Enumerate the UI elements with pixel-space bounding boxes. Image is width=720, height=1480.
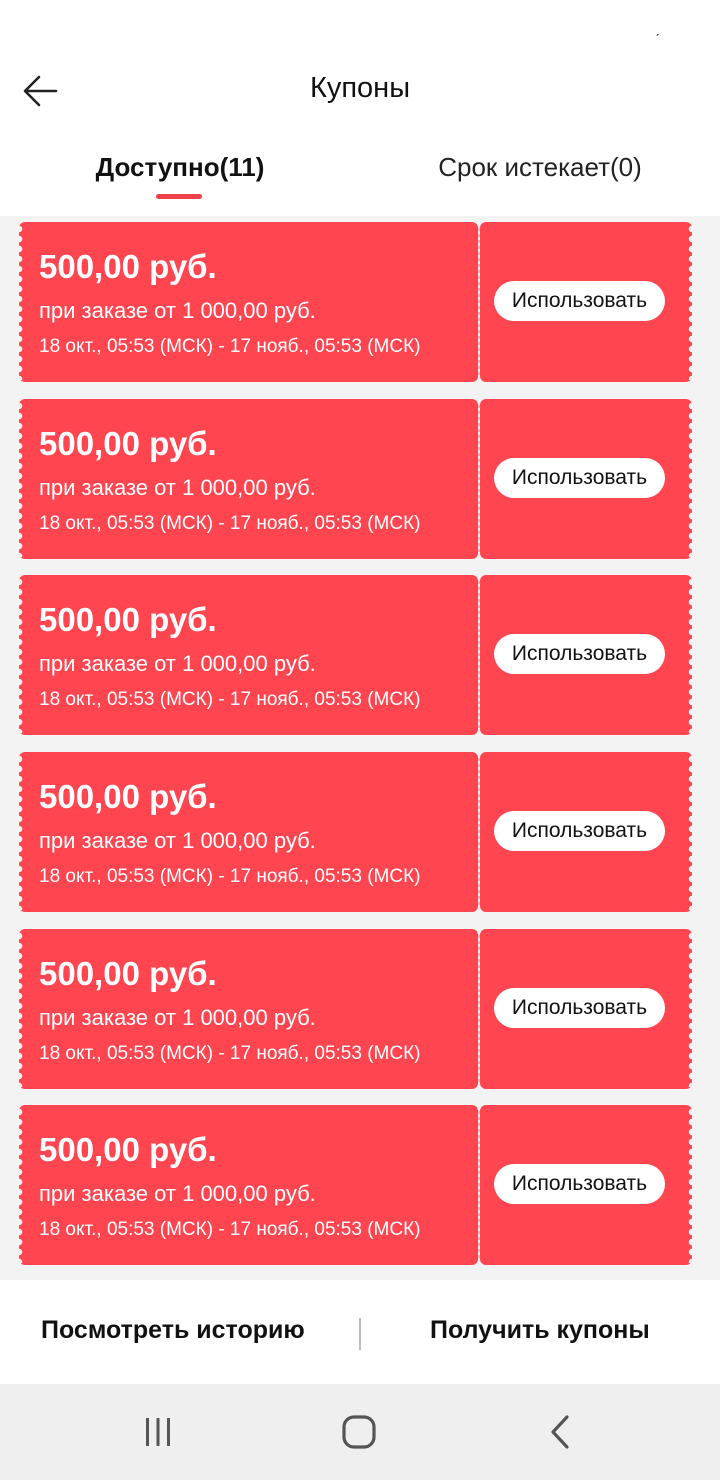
coupon-validity: 18 окт., 05:53 (МСК) - 17 нояб., 05:53 (… (39, 689, 421, 710)
page-title: Купоны (309, 72, 411, 104)
coupon-card: 500,00 руб. при заказе от 1 000,00 руб. … (19, 399, 692, 559)
coupon-amount: 500,00 руб. (39, 955, 217, 992)
tab-bar: Доступно(11) Срок истекает(0) (0, 140, 720, 216)
use-coupon-button[interactable]: Использовать (494, 988, 665, 1028)
footer-divider (359, 1318, 361, 1350)
coupon-action: Использовать (480, 222, 692, 382)
coupon-condition: при заказе от 1 000,00 руб. (39, 651, 316, 676)
coupon-validity: 18 окт., 05:53 (МСК) - 17 нояб., 05:53 (… (39, 1043, 421, 1064)
coupon-action: Использовать (480, 752, 692, 912)
coupon-info: 500,00 руб. при заказе от 1 000,00 руб. … (19, 399, 478, 559)
use-coupon-button[interactable]: Использовать (494, 1164, 665, 1204)
use-coupon-button[interactable]: Использовать (494, 634, 665, 674)
coupon-amount: 500,00 руб. (39, 248, 217, 285)
get-coupons-button[interactable]: Получить купоны (430, 1316, 650, 1345)
coupon-action: Использовать (480, 1105, 692, 1265)
coupon-validity: 18 окт., 05:53 (МСК) - 17 нояб., 05:53 (… (39, 866, 421, 887)
coupon-amount: 500,00 руб. (39, 425, 217, 462)
status-mark: ˏ (655, 20, 660, 36)
coupon-card: 500,00 руб. при заказе от 1 000,00 руб. … (19, 222, 692, 382)
recent-apps-icon (146, 1418, 170, 1446)
coupon-info: 500,00 руб. при заказе от 1 000,00 руб. … (19, 929, 478, 1089)
coupon-amount: 500,00 руб. (39, 778, 217, 815)
back-nav-icon (551, 1415, 569, 1449)
coupon-action: Использовать (480, 575, 692, 735)
coupon-card: 500,00 руб. при заказе от 1 000,00 руб. … (19, 1105, 692, 1265)
coupon-info: 500,00 руб. при заказе от 1 000,00 руб. … (19, 752, 478, 912)
coupon-list[interactable]: 500,00 руб. при заказе от 1 000,00 руб. … (0, 216, 720, 1280)
coupon-condition: при заказе от 1 000,00 руб. (39, 828, 316, 853)
view-history-button[interactable]: Посмотреть историю (41, 1316, 305, 1345)
status-bar: ˏ (0, 0, 720, 56)
coupon-info: 500,00 руб. при заказе от 1 000,00 руб. … (19, 1105, 478, 1265)
coupon-card: 500,00 руб. при заказе от 1 000,00 руб. … (19, 929, 692, 1089)
use-coupon-button[interactable]: Использовать (494, 458, 665, 498)
use-coupon-button[interactable]: Использовать (494, 811, 665, 851)
system-back-button[interactable] (531, 1408, 591, 1456)
coupon-info: 500,00 руб. при заказе от 1 000,00 руб. … (19, 575, 478, 735)
footer-actions: Посмотреть историю Получить купоны (0, 1282, 720, 1384)
coupon-validity: 18 окт., 05:53 (МСК) - 17 нояб., 05:53 (… (39, 1219, 421, 1240)
coupon-validity: 18 окт., 05:53 (МСК) - 17 нояб., 05:53 (… (39, 513, 421, 534)
coupon-condition: при заказе от 1 000,00 руб. (39, 475, 316, 500)
coupon-card: 500,00 руб. при заказе от 1 000,00 руб. … (19, 752, 692, 912)
coupon-card: 500,00 руб. при заказе от 1 000,00 руб. … (19, 575, 692, 735)
coupon-condition: при заказе от 1 000,00 руб. (39, 1181, 316, 1206)
home-icon (342, 1415, 376, 1449)
coupon-validity: 18 окт., 05:53 (МСК) - 17 нояб., 05:53 (… (39, 336, 421, 357)
coupon-condition: при заказе от 1 000,00 руб. (39, 1005, 316, 1030)
tab-expiring[interactable]: Срок истекает(0) (360, 152, 720, 183)
recent-apps-button[interactable] (128, 1408, 188, 1456)
header: Купоны (0, 56, 720, 126)
coupon-action: Использовать (480, 399, 692, 559)
coupon-condition: при заказе от 1 000,00 руб. (39, 298, 316, 323)
coupon-action: Использовать (480, 929, 692, 1089)
coupon-info: 500,00 руб. при заказе от 1 000,00 руб. … (19, 222, 478, 382)
use-coupon-button[interactable]: Использовать (494, 281, 665, 321)
tab-available[interactable]: Доступно(11) (0, 152, 360, 183)
active-tab-indicator (156, 194, 202, 199)
coupon-amount: 500,00 руб. (39, 601, 217, 638)
home-button[interactable] (329, 1408, 389, 1456)
coupon-amount: 500,00 руб. (39, 1131, 217, 1168)
system-nav-bar (0, 1384, 720, 1480)
